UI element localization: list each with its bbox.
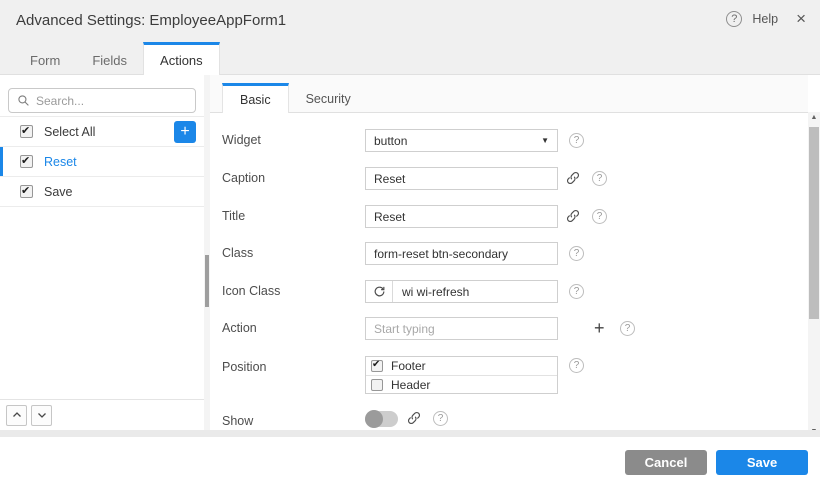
footer-checkbox[interactable] <box>371 360 383 372</box>
move-up-button[interactable] <box>6 405 27 426</box>
widget-label: Widget <box>222 129 261 152</box>
icon-class-value: wi wi-refresh <box>393 285 469 299</box>
horizontal-scrollbar-track[interactable] <box>0 430 820 437</box>
list-item-label: Save <box>44 185 73 199</box>
caption-label: Caption <box>222 167 265 190</box>
actions-list-panel: Select All + Reset Save <box>0 75 204 430</box>
main-tab-bar: Form Fields Actions <box>0 42 820 75</box>
caption-bind-icon[interactable] <box>565 170 581 186</box>
action-list: Select All + Reset Save <box>0 116 204 207</box>
class-label: Class <box>222 242 253 265</box>
title-label: Title <box>222 205 245 228</box>
select-all-label: Select All <box>44 125 95 139</box>
tab-basic[interactable]: Basic <box>222 83 289 113</box>
dialog-header: Advanced Settings: EmployeeAppForm1 ? He… <box>0 0 820 42</box>
widget-help-icon[interactable]: ? <box>569 133 584 148</box>
action-help-icon[interactable]: ? <box>620 321 635 336</box>
search-input[interactable] <box>36 94 176 108</box>
tab-actions[interactable]: Actions <box>143 42 220 75</box>
action-input[interactable] <box>365 317 558 340</box>
position-option-label: Header <box>391 378 430 392</box>
show-bind-icon[interactable] <box>406 410 422 426</box>
move-down-button[interactable] <box>31 405 52 426</box>
scroll-up-icon[interactable]: ▲ <box>808 112 820 124</box>
widget-select-value: button <box>374 134 407 148</box>
settings-form: Widget button ▼ ? Caption ? Title <box>210 113 808 430</box>
help-icon[interactable]: ? <box>726 11 742 27</box>
left-scrollbar-thumb[interactable] <box>205 255 209 307</box>
refresh-icon <box>366 281 393 302</box>
show-label: Show <box>222 410 253 432</box>
reset-checkbox[interactable] <box>20 155 33 168</box>
add-action-button[interactable]: + <box>174 121 196 143</box>
add-action-value-icon[interactable]: + <box>594 320 605 336</box>
title-help-icon[interactable]: ? <box>592 209 607 224</box>
caption-input[interactable] <box>365 167 558 190</box>
tab-security[interactable]: Security <box>289 83 368 112</box>
settings-tab-bar: Basic Security <box>210 75 808 113</box>
chevron-down-icon: ▼ <box>541 136 549 145</box>
position-options: Footer Header <box>365 356 558 394</box>
select-all-checkbox[interactable] <box>20 125 33 138</box>
caption-help-icon[interactable]: ? <box>592 171 607 186</box>
icon-class-field[interactable]: wi wi-refresh <box>365 280 558 303</box>
title-bind-icon[interactable] <box>565 208 581 224</box>
action-settings-panel: Basic Security Widget button ▼ ? Caption <box>210 75 808 430</box>
search-icon <box>17 94 30 107</box>
class-help-icon[interactable]: ? <box>569 246 584 261</box>
class-input[interactable] <box>365 242 558 265</box>
icon-class-help-icon[interactable]: ? <box>569 284 584 299</box>
widget-select[interactable]: button ▼ <box>365 129 558 152</box>
position-help-icon[interactable]: ? <box>569 358 584 373</box>
scrollbar-thumb[interactable] <box>809 127 819 319</box>
save-button[interactable]: Save <box>716 450 808 475</box>
icon-class-label: Icon Class <box>222 280 280 303</box>
action-label: Action <box>222 317 257 340</box>
tab-fields[interactable]: Fields <box>76 42 143 75</box>
position-option-header[interactable]: Header <box>366 375 557 393</box>
show-help-icon[interactable]: ? <box>433 411 448 426</box>
toggle-knob <box>365 410 383 428</box>
position-option-label: Footer <box>391 359 426 373</box>
tab-form[interactable]: Form <box>14 42 76 75</box>
search-box[interactable] <box>8 88 196 113</box>
advanced-settings-dialog: Advanced Settings: EmployeeAppForm1 ? He… <box>0 0 820 491</box>
list-item-reset[interactable]: Reset <box>0 147 204 177</box>
show-toggle[interactable] <box>365 411 398 427</box>
select-all-row[interactable]: Select All + <box>0 117 204 147</box>
title-input[interactable] <box>365 205 558 228</box>
header-checkbox[interactable] <box>371 379 383 391</box>
dialog-footer: Cancel Save <box>0 437 820 491</box>
list-item-save[interactable]: Save <box>0 177 204 207</box>
settings-scrollbar[interactable]: ▲ ▼ <box>808 112 820 438</box>
cancel-button[interactable]: Cancel <box>625 450 707 475</box>
reorder-controls <box>0 399 204 430</box>
close-icon[interactable]: × <box>796 11 806 27</box>
list-item-label: Reset <box>44 155 77 169</box>
save-checkbox[interactable] <box>20 185 33 198</box>
position-option-footer[interactable]: Footer <box>366 357 557 375</box>
position-label: Position <box>222 356 266 379</box>
dialog-title: Advanced Settings: EmployeeAppForm1 <box>16 12 286 29</box>
help-link[interactable]: Help <box>752 12 778 26</box>
